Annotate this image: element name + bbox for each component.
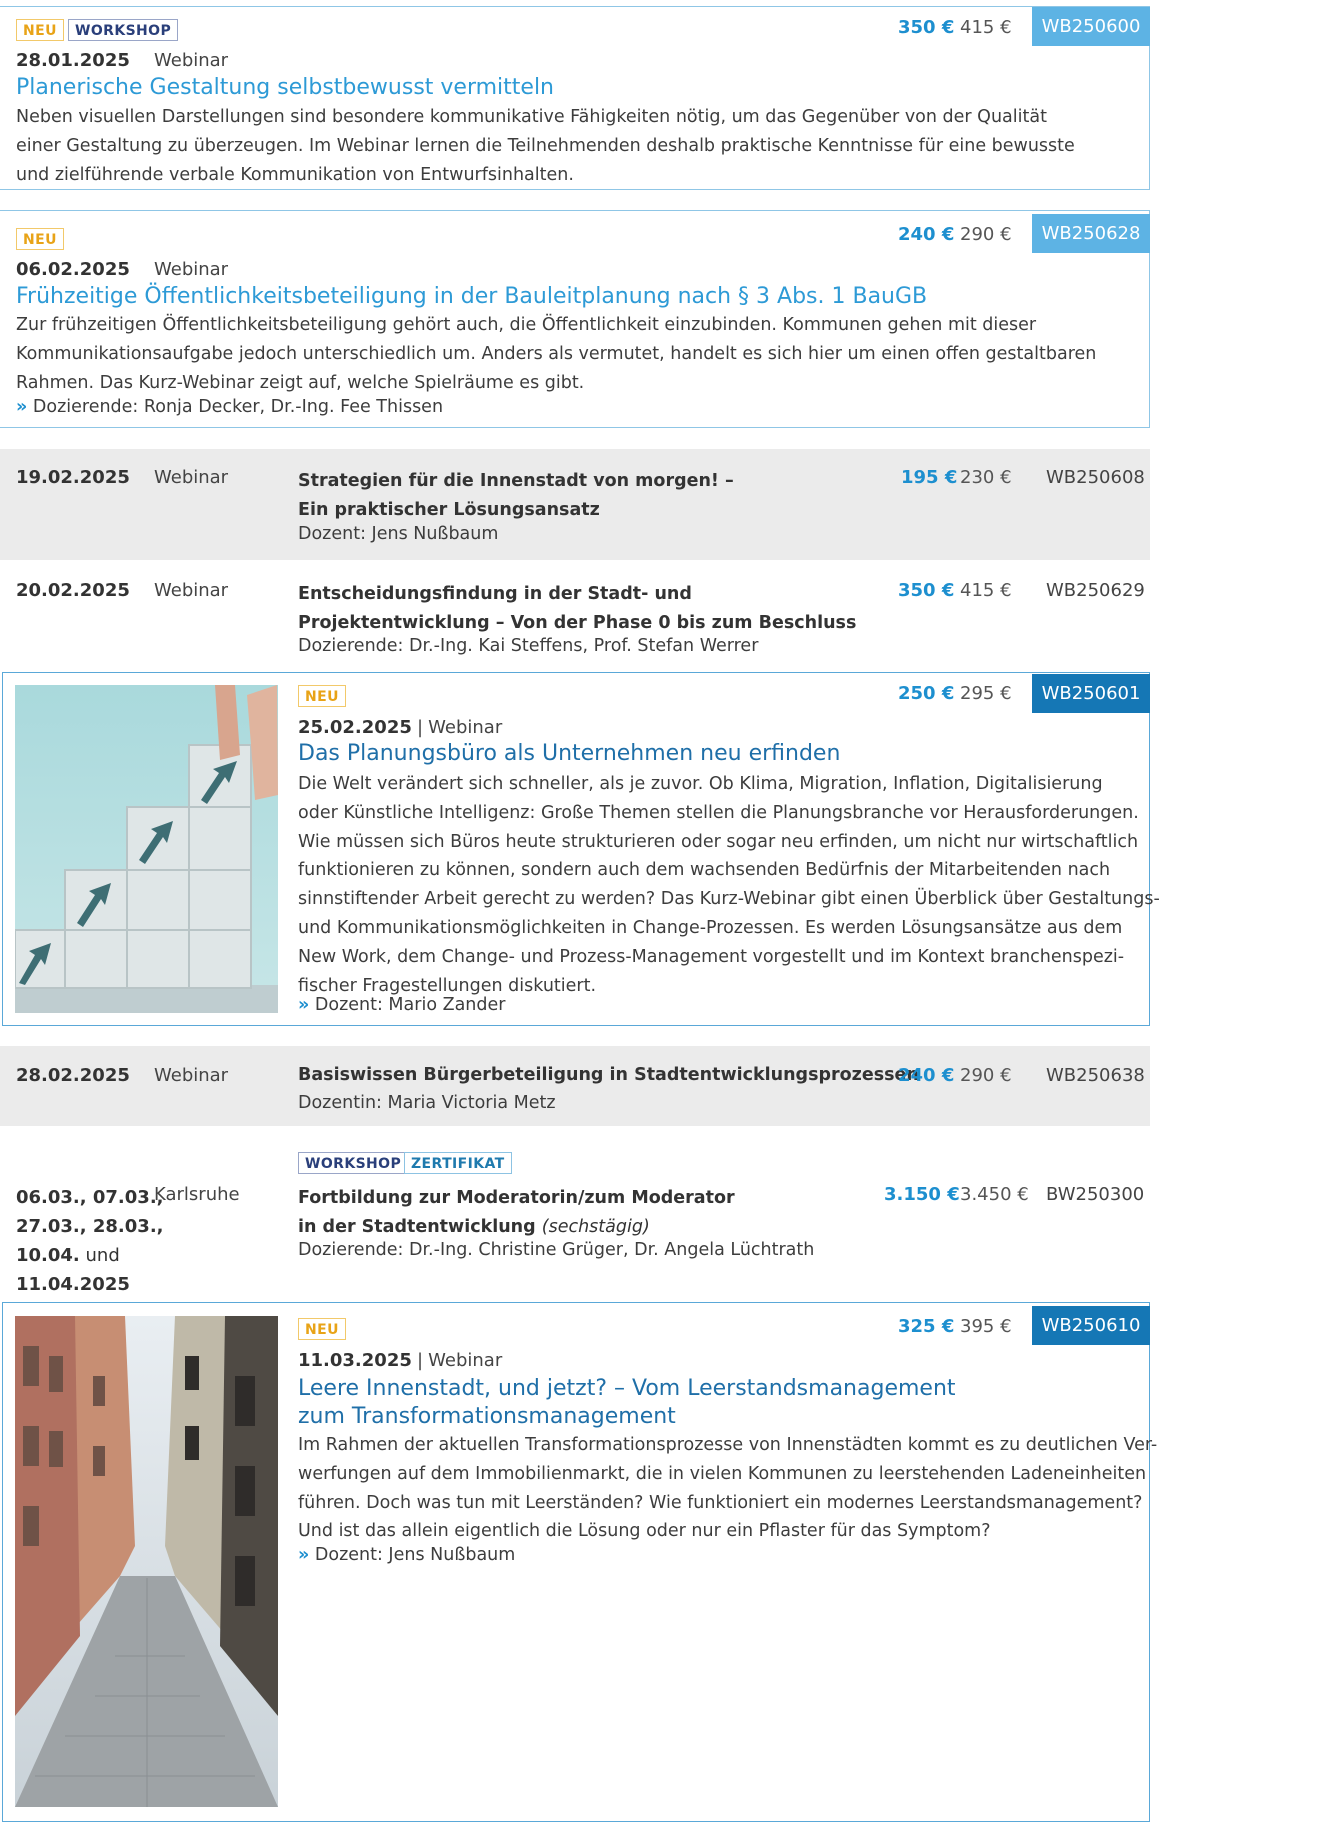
empty-street-image <box>15 1316 278 1807</box>
new-tag: NEU <box>298 1318 346 1340</box>
course-date: 20.02.2025 <box>16 580 130 601</box>
course-dates: 06.03., 07.03., 27.03., 28.03., 10.04. u… <box>16 1187 164 1295</box>
new-tag: NEU <box>16 19 64 41</box>
course-code: WB250629 <box>1046 580 1145 601</box>
course-code: WB250608 <box>1046 467 1145 488</box>
new-tag: NEU <box>298 685 346 707</box>
course-title[interactable]: Fortbildung zur Moderatorin/zum Moderato… <box>298 1184 735 1242</box>
course-date: 19.02.2025 <box>16 467 130 488</box>
price: 350 € <box>898 580 955 601</box>
price: 250 € <box>898 683 955 704</box>
chevron-icon: » <box>298 995 310 1015</box>
course-title[interactable]: Frühzeitige Öffentlichkeitsbeteiligung i… <box>16 284 927 309</box>
speakers: Dozentin: Maria Victoria Metz <box>298 1093 556 1113</box>
course-format: Webinar <box>154 50 229 71</box>
course-code: BW250300 <box>1046 1184 1145 1205</box>
course-description: Neben visuellen Darstellungen sind beson… <box>16 107 1075 185</box>
course-format: Webinar <box>154 259 229 280</box>
course-description: Zur frühzeitigen Öffentlichkeitsbeteilig… <box>16 315 1097 393</box>
growth-blocks-image <box>15 685 278 1013</box>
price: 325 € <box>898 1316 955 1337</box>
course-format: Webinar <box>154 467 229 488</box>
course-title[interactable]: Planerische Gestaltung selbstbewusst ver… <box>16 75 554 100</box>
course-description: Im Rahmen der aktuellen Transformationsp… <box>298 1435 1158 1542</box>
speakers: » Dozent: Jens Nußbaum <box>298 1545 516 1565</box>
certificate-tag: ZERTIFIKAT <box>404 1152 512 1174</box>
course-date: 28.02.2025 <box>16 1065 130 1086</box>
course-code-badge: WB250610 <box>1032 1306 1150 1345</box>
speakers: Dozierende: Dr.-Ing. Christine Grüger, D… <box>298 1240 815 1260</box>
speakers: Dozierende: Dr.-Ing. Kai Steffens, Prof.… <box>298 636 759 656</box>
price: 240 € <box>898 1065 955 1086</box>
price: 240 € <box>898 224 955 245</box>
regular-price: 415 € <box>960 17 1012 38</box>
course-description: Die Welt verändert sich schneller, als j… <box>298 774 1160 996</box>
course-title[interactable]: Das Planungsbüro als Unternehmen neu erf… <box>298 741 840 766</box>
course-location: Karlsruhe <box>154 1184 240 1205</box>
chevron-icon: » <box>16 397 28 417</box>
speakers: Dozent: Jens Nußbaum <box>298 524 499 544</box>
speakers: » Dozierende: Ronja Decker, Dr.-Ing. Fee… <box>16 397 444 417</box>
course-code-badge: WB250600 <box>1032 7 1150 46</box>
course-format: Webinar <box>154 1065 229 1086</box>
course-code: WB250638 <box>1046 1065 1145 1086</box>
regular-price: 295 € <box>960 683 1012 704</box>
regular-price: 3.450 € <box>960 1184 1029 1205</box>
price: 3.150 € <box>884 1184 960 1205</box>
regular-price: 290 € <box>960 1065 1012 1086</box>
course-code-badge: WB250628 <box>1032 214 1150 253</box>
course-format: Webinar <box>154 580 229 601</box>
course-date: 28.01.2025 <box>16 50 130 71</box>
regular-price: 290 € <box>960 224 1012 245</box>
regular-price: 395 € <box>960 1316 1012 1337</box>
course-row <box>0 1046 1150 1126</box>
workshop-tag: WORKSHOP <box>298 1152 409 1174</box>
new-tag: NEU <box>16 228 64 250</box>
workshop-tag: WORKSHOP <box>68 19 179 41</box>
price: 195 € <box>901 467 958 488</box>
price: 350 € <box>898 17 955 38</box>
course-date-line: 25.02.2025 | Webinar <box>298 717 503 738</box>
course-title[interactable]: Strategien für die Innenstadt von morgen… <box>298 467 734 525</box>
regular-price: 230 € <box>960 467 1012 488</box>
course-title[interactable]: Leere Innenstadt, und jetzt? – Vom Leers… <box>298 1375 956 1431</box>
course-title[interactable]: Basiswissen Bürgerbeteiligung in Stadten… <box>298 1065 919 1085</box>
course-code-badge: WB250601 <box>1032 674 1150 713</box>
regular-price: 415 € <box>960 580 1012 601</box>
course-title[interactable]: Entscheidungsfindung in der Stadt- und P… <box>298 580 856 638</box>
course-date-line: 11.03.2025 | Webinar <box>298 1350 503 1371</box>
course-date: 06.02.2025 <box>16 259 130 280</box>
speakers: » Dozent: Mario Zander <box>298 995 506 1015</box>
chevron-icon: » <box>298 1545 310 1565</box>
